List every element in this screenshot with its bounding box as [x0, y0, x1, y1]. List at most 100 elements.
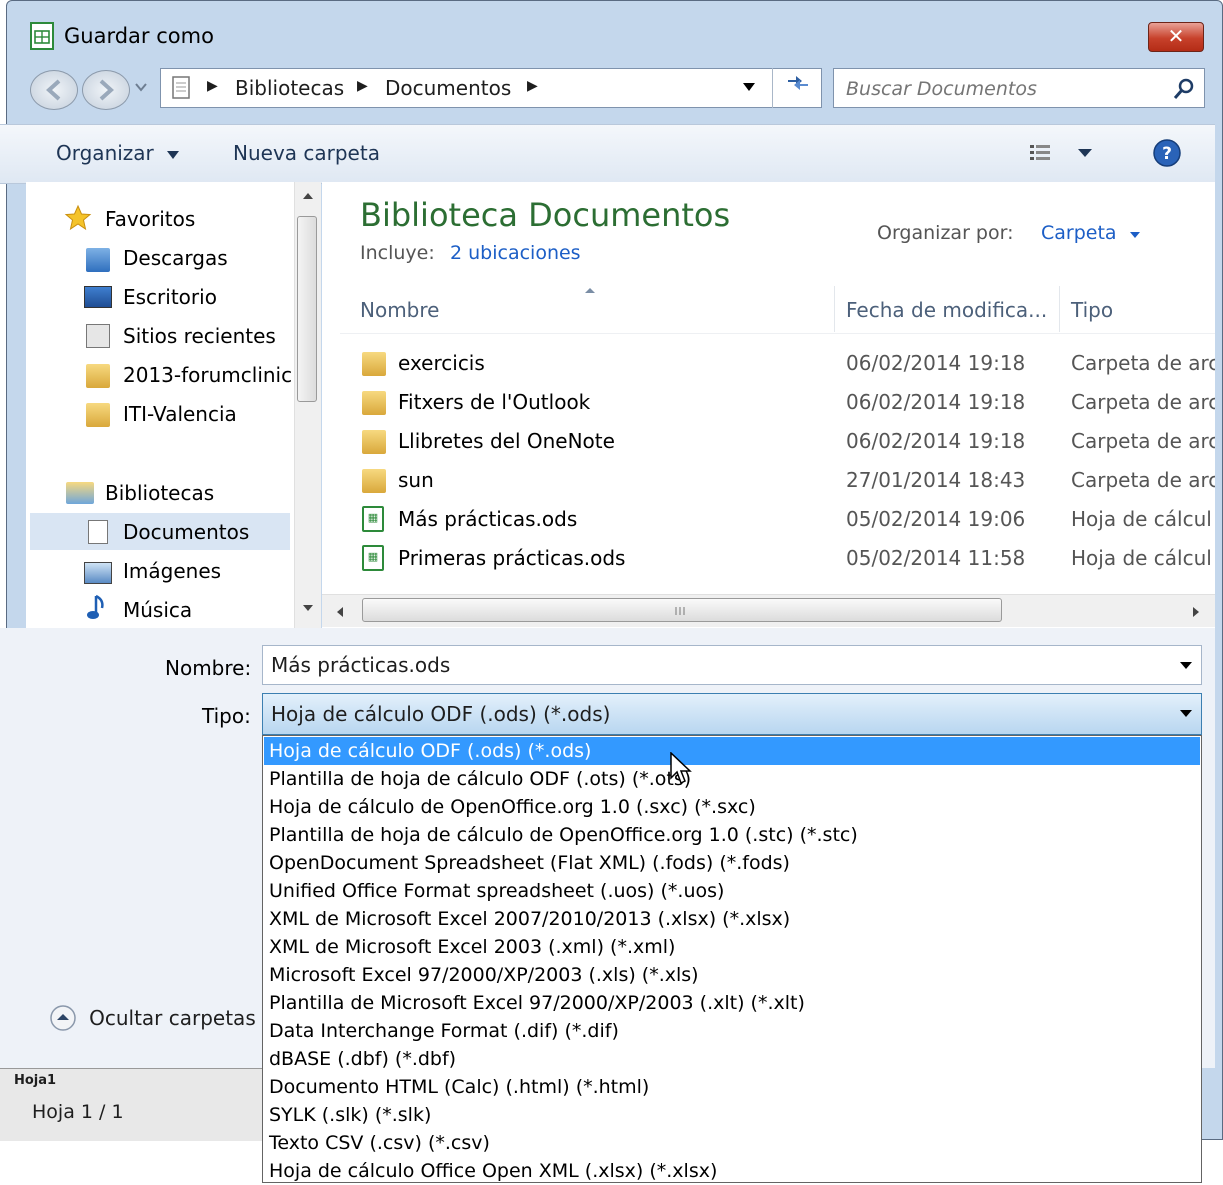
nav-pane-scrollbar[interactable] — [294, 182, 321, 628]
nav-scroll-thumb[interactable] — [297, 216, 317, 402]
breadcrumb-separator-icon: ▶ — [357, 78, 368, 94]
nav-favorites[interactable]: Favoritos — [105, 207, 195, 231]
nav-item-2013-forumclinic[interactable]: 2013-forumclinic — [123, 363, 291, 387]
type-option[interactable]: Unified Office Format spreadsheet (.uos)… — [269, 877, 724, 905]
search-input[interactable] — [844, 75, 1158, 103]
svg-text:?: ? — [1162, 144, 1172, 164]
hide-folders-label: Ocultar carpetas — [89, 1006, 256, 1030]
file-name-field[interactable]: Más prácticas.ods — [262, 645, 1202, 685]
file-name: exercicis — [398, 351, 485, 375]
file-row[interactable]: ▦ Primeras prácticas.ods 05/02/2014 11:5… — [322, 541, 1215, 577]
folder-icon — [86, 403, 110, 427]
arrange-by-dropdown[interactable]: Carpeta — [1041, 222, 1141, 244]
file-row[interactable]: ▦ Más prácticas.ods 05/02/2014 19:06 Hoj… — [322, 502, 1215, 538]
type-option[interactable]: OpenDocument Spreadsheet (Flat XML) (.fo… — [269, 849, 790, 877]
file-type: Hoja de cálcul — [1071, 546, 1212, 570]
search-box[interactable] — [833, 68, 1205, 108]
file-row[interactable]: exercicis 06/02/2014 19:18 Carpeta de ar… — [322, 346, 1215, 382]
caret-down-icon — [1180, 662, 1192, 669]
type-option[interactable]: Plantilla de Microsoft Excel 97/2000/XP/… — [269, 989, 805, 1017]
folder-icon — [362, 352, 386, 376]
file-type-select[interactable]: Hoja de cálculo ODF (.ods) (*.ods) — [262, 693, 1202, 735]
type-option[interactable]: Hoja de cálculo ODF (.ods) (*.ods) — [269, 737, 591, 765]
file-date: 06/02/2014 19:18 — [846, 429, 1026, 453]
file-name: Llibretes del OneNote — [398, 429, 615, 453]
type-option[interactable]: XML de Microsoft Excel 2003 (.xml) (*.xm… — [269, 933, 675, 961]
file-name-label: Nombre: — [165, 656, 252, 680]
type-option[interactable]: Microsoft Excel 97/2000/XP/2003 (.xls) (… — [269, 961, 699, 989]
breadcrumb-separator-icon: ▶ — [207, 78, 218, 94]
breadcrumb-bibliotecas[interactable]: Bibliotecas — [235, 76, 344, 100]
nav-item-documentos[interactable]: Documentos — [123, 520, 249, 544]
command-toolbar: Organizar Nueva carpeta ? — [0, 124, 1215, 184]
file-type-dropdown-list: Hoja de cálculo ODF (.ods) (*.ods) Plant… — [262, 735, 1202, 1183]
file-name: Fitxers de l'Outlook — [398, 390, 591, 414]
spreadsheet-file-icon: ▦ — [362, 545, 384, 571]
type-option[interactable]: Documento HTML (Calc) (.html) (*.html) — [269, 1073, 649, 1101]
type-option[interactable]: Plantilla de hoja de cálculo de OpenOffi… — [269, 821, 858, 849]
recent-pages-dropdown[interactable] — [134, 80, 152, 100]
hscroll-thumb[interactable] — [362, 598, 1002, 622]
scroll-right-icon — [1193, 607, 1199, 617]
file-name: sun — [398, 468, 434, 492]
search-icon — [1173, 78, 1194, 99]
view-details-icon — [1030, 145, 1092, 160]
help-button[interactable]: ? — [1152, 138, 1182, 172]
view-options-button[interactable] — [1028, 141, 1094, 169]
scroll-down-icon — [303, 605, 313, 611]
nav-item-musica[interactable]: Música — [123, 598, 192, 622]
folder-icon — [362, 391, 386, 415]
pictures-icon — [84, 562, 112, 584]
folder-icon — [362, 430, 386, 454]
nav-item-descargas[interactable]: Descargas — [123, 246, 228, 270]
type-option[interactable]: Data Interchange Format (.dif) (*.dif) — [269, 1017, 619, 1045]
nav-item-sitios-recientes[interactable]: Sitios recientes — [123, 324, 276, 348]
new-folder-button[interactable]: Nueva carpeta — [233, 141, 380, 165]
scroll-up-icon — [303, 193, 313, 199]
library-includes-label: Incluye: — [360, 242, 435, 264]
nav-libraries[interactable]: Bibliotecas — [105, 481, 214, 505]
folder-location-icon — [172, 76, 190, 99]
file-type: Carpeta de arc — [1071, 468, 1215, 492]
library-locations-link[interactable]: 2 ubicaciones — [450, 242, 581, 264]
back-button[interactable] — [30, 70, 78, 110]
address-history-dropdown[interactable] — [734, 68, 764, 108]
breadcrumb-documentos[interactable]: Documentos — [385, 76, 511, 100]
window-title: Guardar como — [64, 24, 214, 48]
file-row[interactable]: Fitxers de l'Outlook 06/02/2014 19:18 Ca… — [322, 385, 1215, 421]
nav-item-escritorio[interactable]: Escritorio — [123, 285, 217, 309]
column-divider — [1059, 286, 1060, 332]
file-name-input[interactable]: Más prácticas.ods — [271, 653, 450, 677]
column-header-type[interactable]: Tipo — [1071, 298, 1113, 322]
nav-item-iti-valencia[interactable]: ITI-Valencia — [123, 402, 237, 426]
column-header-name[interactable]: Nombre — [360, 298, 439, 322]
file-name: Más prácticas.ods — [398, 507, 578, 531]
arrange-by-label: Organizar por: — [877, 222, 1014, 244]
sheet-tab[interactable]: Hoja1 — [14, 1073, 254, 1093]
caret-down-icon — [1180, 710, 1192, 717]
hide-folders-button[interactable]: Ocultar carpetas — [48, 1003, 256, 1033]
file-date: 05/02/2014 19:06 — [846, 507, 1026, 531]
close-button[interactable]: ✕ — [1148, 22, 1204, 52]
organize-button[interactable]: Organizar — [56, 141, 180, 165]
nav-item-imagenes[interactable]: Imágenes — [123, 559, 221, 583]
grip-icon — [675, 607, 685, 615]
type-option[interactable]: Hoja de cálculo de OpenOffice.org 1.0 (.… — [269, 793, 756, 821]
type-option[interactable]: Hoja de cálculo Office Open XML (.xlsx) … — [269, 1157, 717, 1185]
type-option[interactable]: XML de Microsoft Excel 2007/2010/2013 (.… — [269, 905, 790, 933]
libraries-icon — [66, 482, 94, 504]
refresh-button[interactable] — [772, 68, 822, 108]
forward-button[interactable] — [82, 70, 130, 110]
navigation-pane: Favoritos Descargas Escritorio Sitios re… — [26, 182, 320, 628]
type-option[interactable]: Plantilla de hoja de cálculo ODF (.ots) … — [269, 765, 691, 793]
type-option[interactable]: Texto CSV (.csv) (*.csv) — [269, 1129, 490, 1157]
type-option[interactable]: dBASE (.dbf) (*.dbf) — [269, 1045, 456, 1073]
file-row[interactable]: sun 27/01/2014 18:43 Carpeta de arc — [322, 463, 1215, 499]
spreadsheet-app-icon — [30, 22, 54, 50]
file-row[interactable]: Llibretes del OneNote 06/02/2014 19:18 C… — [322, 424, 1215, 460]
file-type-label: Tipo: — [202, 704, 251, 728]
type-option[interactable]: SYLK (.slk) (*.slk) — [269, 1101, 431, 1129]
library-title: Biblioteca Documentos — [360, 196, 731, 234]
column-header-date[interactable]: Fecha de modifica... — [846, 298, 1047, 322]
address-bar[interactable]: ▶ Bibliotecas ▶ Documentos ▶ — [160, 68, 822, 108]
